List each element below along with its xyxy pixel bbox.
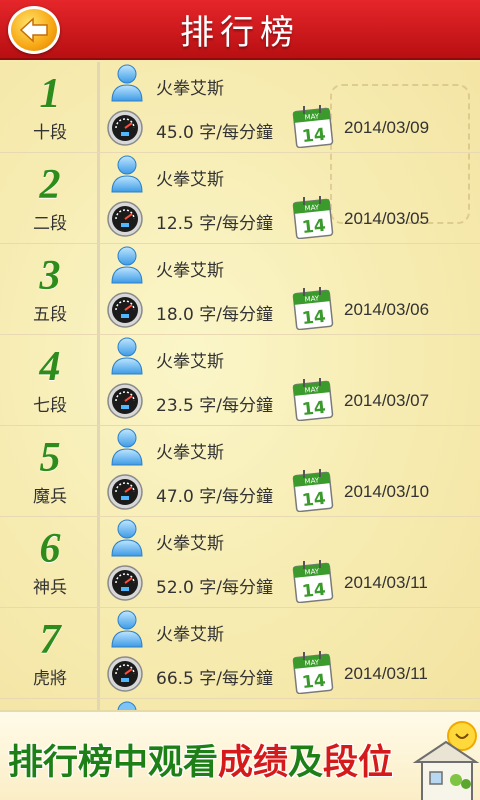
leaderboard-row[interactable]: 3 五段 火拳艾斯 18.0 字/每分鐘 MAY 14 2014/03/06 <box>0 244 480 335</box>
leaderboard-row[interactable]: 4 七段 火拳艾斯 23.5 字/每分鐘 MAY 14 2014/03/07 <box>0 335 480 426</box>
leaderboard-list[interactable]: 1 十段 火拳艾斯 45.0 字/每分鐘 MAY 14 2014/03/09 2… <box>0 62 480 710</box>
leaderboard-row-partial[interactable] <box>0 699 480 710</box>
record-date: 2014/03/11 <box>344 573 428 592</box>
record-date: 2014/03/10 <box>344 482 430 501</box>
banner-text-part-4: 段位 <box>323 743 394 783</box>
typing-speed: 18.0 字/每分鐘 <box>156 305 273 325</box>
speedometer-icon <box>107 474 143 510</box>
rank-number: 1 <box>39 71 61 117</box>
svg-text:14: 14 <box>301 125 327 147</box>
level-label: 十段 <box>33 123 67 143</box>
rank-number: 3 <box>39 253 61 299</box>
svg-text:MAY: MAY <box>304 294 320 304</box>
leaderboard-row[interactable]: 2 二段 火拳艾斯 12.5 字/每分鐘 MAY 14 2014/03/05 <box>0 153 480 244</box>
rank-number: 4 <box>39 344 61 390</box>
player-name: 火拳艾斯 <box>156 170 224 190</box>
speedometer-icon <box>107 110 143 146</box>
calendar-icon: MAY 14 <box>292 469 334 512</box>
player-name: 火拳艾斯 <box>156 625 224 645</box>
level-label: 二段 <box>33 214 67 234</box>
record-date: 2014/03/05 <box>344 209 430 228</box>
level-label: 七段 <box>33 396 67 416</box>
speedometer-icon <box>107 383 143 419</box>
svg-text:MAY: MAY <box>304 567 320 577</box>
typing-speed: 23.5 字/每分鐘 <box>156 396 273 416</box>
svg-text:14: 14 <box>301 398 327 420</box>
app-header: 排行榜 <box>0 0 480 60</box>
user-icon <box>117 701 137 710</box>
rank-number: 5 <box>39 435 61 481</box>
leaderboard-row[interactable]: 6 神兵 火拳艾斯 52.0 字/每分鐘 MAY 14 2014/03/11 <box>0 517 480 608</box>
speedometer-icon <box>107 656 143 692</box>
banner-text-part-3: 及 <box>288 743 324 783</box>
record-date: 2014/03/07 <box>344 391 430 410</box>
record-date: 2014/03/11 <box>344 664 428 683</box>
player-name: 火拳艾斯 <box>156 534 224 554</box>
level-label: 五段 <box>33 305 67 325</box>
svg-text:14: 14 <box>301 307 327 329</box>
calendar-icon: MAY 14 <box>292 196 334 239</box>
leaderboard-row[interactable]: 7 虎將 火拳艾斯 66.5 字/每分鐘 MAY 14 2014/03/11 <box>0 608 480 699</box>
svg-text:MAY: MAY <box>304 658 320 668</box>
user-icon <box>111 246 143 284</box>
rank-number: 2 <box>39 162 61 208</box>
calendar-icon: MAY 14 <box>292 560 334 603</box>
user-icon <box>111 519 143 557</box>
rank-number: 6 <box>39 526 61 572</box>
level-label: 虎將 <box>33 669 67 689</box>
player-name: 火拳艾斯 <box>156 352 224 372</box>
banner-text-part-1: 排行榜中观看 <box>8 743 219 783</box>
typing-speed: 12.5 字/每分鐘 <box>156 214 273 234</box>
record-date: 2014/03/09 <box>344 118 430 137</box>
svg-text:14: 14 <box>301 489 327 511</box>
player-name: 火拳艾斯 <box>156 261 224 281</box>
record-date: 2014/03/06 <box>344 300 430 319</box>
speedometer-icon <box>107 565 143 601</box>
user-icon <box>111 64 143 102</box>
user-icon <box>111 428 143 466</box>
typing-speed: 47.0 字/每分鐘 <box>156 487 273 507</box>
player-name: 火拳艾斯 <box>156 443 224 463</box>
calendar-icon: MAY 14 <box>292 378 334 421</box>
banner-text: 排行榜中观看成绩及段位 <box>8 734 393 785</box>
svg-text:14: 14 <box>301 671 327 693</box>
user-icon <box>111 610 143 648</box>
user-icon <box>111 337 143 375</box>
speedometer-icon <box>107 201 143 237</box>
user-icon <box>111 155 143 193</box>
svg-text:MAY: MAY <box>304 203 320 213</box>
svg-text:MAY: MAY <box>304 112 320 122</box>
calendar-icon: MAY 14 <box>292 651 334 694</box>
leaderboard-row[interactable]: 1 十段 火拳艾斯 45.0 字/每分鐘 MAY 14 2014/03/09 <box>0 62 480 153</box>
back-arrow-icon <box>19 17 48 43</box>
svg-text:MAY: MAY <box>304 385 320 395</box>
player-name: 火拳艾斯 <box>156 79 224 99</box>
calendar-icon: MAY 14 <box>292 105 334 148</box>
calendar-icon: MAY 14 <box>292 287 334 330</box>
rank-number: 7 <box>39 617 61 663</box>
typing-speed: 66.5 字/每分鐘 <box>156 669 273 689</box>
level-label: 神兵 <box>33 578 67 598</box>
leaderboard-row[interactable]: 5 魔兵 火拳艾斯 47.0 字/每分鐘 MAY 14 2014/03/10 <box>0 426 480 517</box>
speedometer-icon <box>107 292 143 328</box>
svg-text:14: 14 <box>301 580 327 602</box>
banner-text-part-2: 成绩 <box>218 743 289 783</box>
page-title: 排行榜 <box>180 12 300 53</box>
back-button[interactable] <box>8 6 60 54</box>
svg-text:14: 14 <box>301 216 327 238</box>
svg-text:MAY: MAY <box>304 476 320 486</box>
typing-speed: 52.0 字/每分鐘 <box>156 578 273 598</box>
promo-banner: 排行榜中观看成绩及段位 <box>0 710 480 800</box>
house-sun-icon <box>412 721 480 800</box>
typing-speed: 45.0 字/每分鐘 <box>156 123 273 143</box>
level-label: 魔兵 <box>33 487 67 507</box>
